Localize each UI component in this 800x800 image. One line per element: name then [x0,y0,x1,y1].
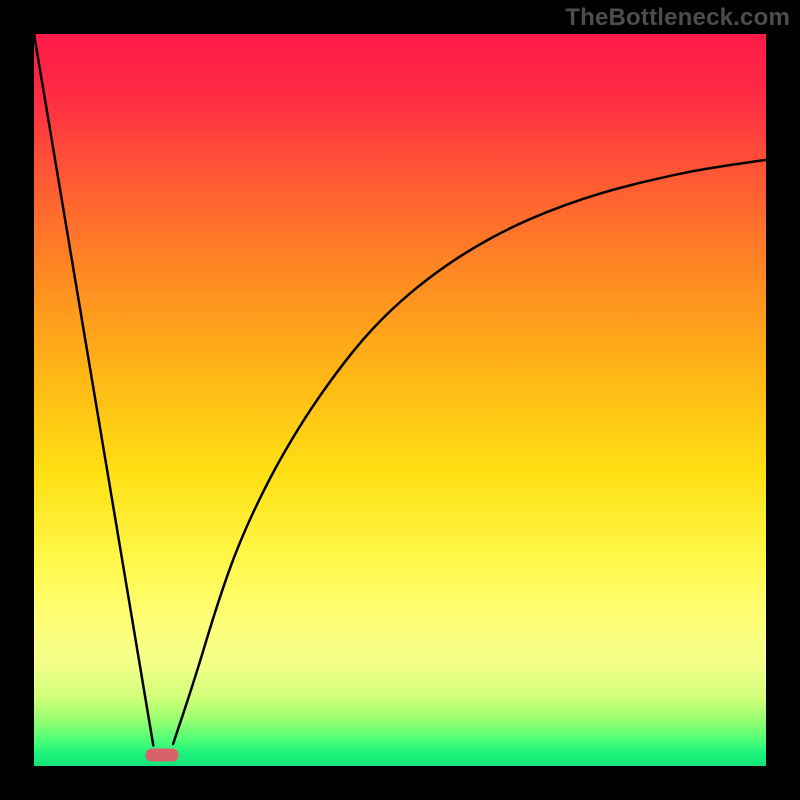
optimal-point-marker [146,749,179,762]
plot-background [34,34,766,766]
chart-frame: TheBottleneck.com [0,0,800,800]
bottleneck-chart [0,0,800,800]
